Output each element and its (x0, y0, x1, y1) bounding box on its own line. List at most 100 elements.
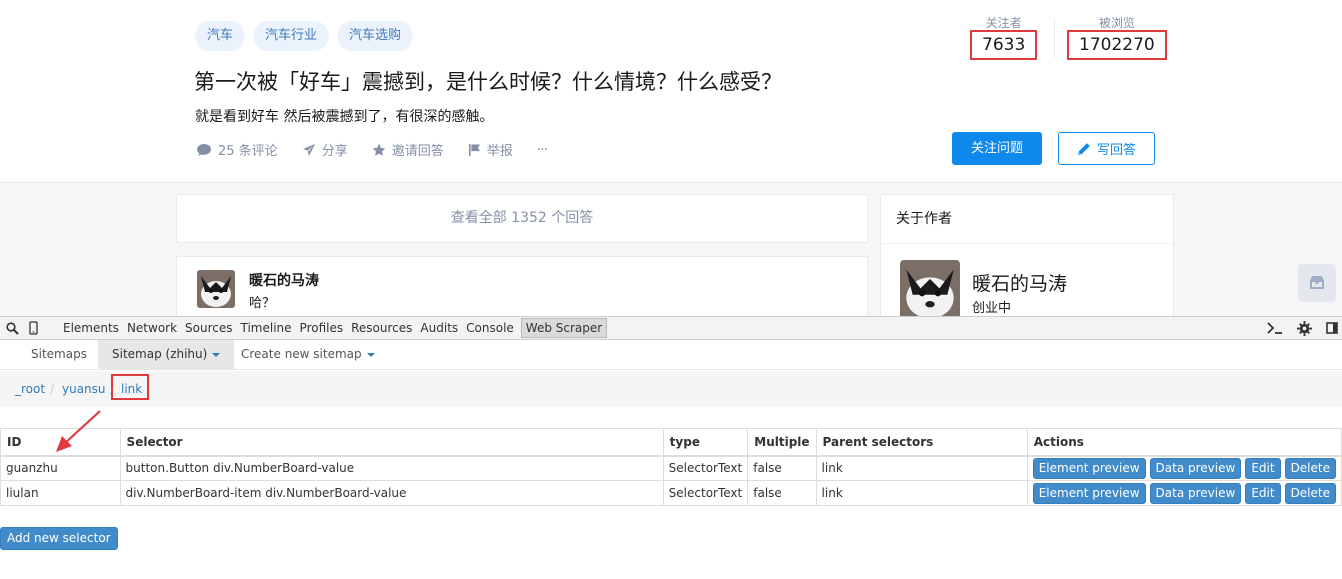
selector-type: SelectorText (662, 455, 749, 481)
delete-button[interactable]: Delete (1284, 457, 1336, 479)
sitemaps-link[interactable]: Sitemaps (17, 340, 101, 370)
comments-button[interactable]: 25 条评论 (196, 140, 278, 159)
topic-tag[interactable]: 汽车 (195, 21, 246, 51)
actions-cell: Element preview Data preview Edit Delete (1026, 455, 1342, 481)
tab-resources[interactable]: Resources (347, 317, 416, 339)
author-bio: 创业中 (972, 301, 1012, 316)
selector-css: button.Button div.NumberBoard-value (119, 455, 664, 481)
selector-multiple: false (747, 455, 817, 481)
invite-button[interactable]: 邀请回答 (372, 140, 444, 159)
answer-card: 暖石的马涛 哈？ (176, 256, 868, 316)
about-author-heading: 关于作者 (881, 195, 1173, 244)
column-header: Selector (119, 428, 664, 457)
report-button[interactable]: 举报 (468, 140, 513, 159)
selectors-table: ID Selector type Multiple Parent selecto… (0, 428, 1342, 506)
selector-type: SelectorText (662, 480, 749, 506)
comment-icon (197, 143, 211, 156)
data-preview-button[interactable]: Data preview (1149, 457, 1242, 479)
devtools-toolbar: Elements Network Sources Timeline Profil… (0, 316, 1342, 340)
tab-audits[interactable]: Audits (416, 317, 462, 339)
web-scraper-nav: Sitemaps Sitemap (zhihu) Create new site… (0, 340, 1342, 370)
question-detail: 就是看到好车 然后被震撼到了，有很深的感触。 (195, 109, 494, 125)
tab-web-scraper[interactable]: Web Scraper (520, 318, 608, 338)
share-button[interactable]: 分享 (302, 140, 348, 159)
zhihu-page: 汽车 汽车行业 汽车选购 第一次被「好车」震撼到，是什么时候？什么情境？什么感受… (0, 0, 1342, 316)
highlight-box (111, 374, 149, 400)
views-label: 被浏览 (1098, 16, 1135, 30)
delete-button[interactable]: Delete (1284, 482, 1336, 504)
author-name[interactable]: 暖石的马涛 (972, 269, 1067, 296)
breadcrumb-yuansu[interactable]: yuansu (62, 382, 106, 396)
answer-author-bio: 哈？ (249, 296, 276, 311)
views-board: 被浏览 1702270 (1067, 14, 1167, 60)
side-float-button[interactable] (1298, 264, 1336, 302)
comments-label: 25 条评论 (218, 144, 278, 159)
create-sitemap-dropdown[interactable]: Create new sitemap (227, 340, 389, 370)
edit-button[interactable]: Edit (1245, 457, 1281, 479)
current-sitemap-label: Sitemap (zhihu) (112, 347, 208, 361)
more-button[interactable]: ··· (536, 141, 548, 158)
avatar[interactable] (197, 270, 235, 308)
topic-tags: 汽车 汽车行业 汽车选购 (195, 21, 414, 51)
avatar[interactable] (900, 260, 960, 316)
dog-avatar-image (900, 260, 960, 316)
selector-id: liulan (0, 480, 121, 506)
tab-profiles[interactable]: Profiles (296, 317, 348, 339)
followers-board[interactable]: 关注者 7633 (970, 14, 1038, 60)
topic-tag[interactable]: 汽车选购 (337, 21, 414, 51)
breadcrumb: _root / yuansu / link (0, 371, 1342, 407)
topic-tag[interactable]: 汽车行业 (253, 21, 330, 51)
tab-console[interactable]: Console (462, 317, 518, 339)
answer-author-name[interactable]: 暖石的马涛 (249, 270, 319, 290)
column-header: Multiple (747, 428, 817, 457)
add-new-selector-button[interactable]: Add new selector (0, 527, 118, 550)
create-sitemap-label: Create new sitemap (241, 347, 362, 361)
gear-icon[interactable] (1297, 320, 1312, 336)
question-header: 汽车 汽车行业 汽车选购 第一次被「好车」震撼到，是什么时候？什么情境？什么感受… (0, 0, 1342, 183)
share-icon (302, 143, 315, 156)
element-preview-button[interactable]: Element preview (1032, 482, 1146, 504)
flag-icon (468, 143, 480, 156)
console-drawer-icon[interactable] (1267, 322, 1283, 334)
selector-multiple: false (747, 480, 817, 506)
tab-sources[interactable]: Sources (181, 317, 236, 339)
edit-button[interactable]: Edit (1245, 482, 1281, 504)
star-icon (372, 143, 386, 156)
breadcrumb-separator: / (50, 382, 55, 396)
caret-down-icon (366, 352, 375, 357)
annotation-arrow-icon (56, 410, 101, 452)
column-header: Actions (1026, 428, 1342, 457)
devtools-panel: Elements Network Sources Timeline Profil… (0, 316, 1342, 579)
selector-id: guanzhu (0, 455, 121, 481)
current-sitemap-dropdown[interactable]: Sitemap (zhihu) (98, 340, 235, 370)
element-preview-button[interactable]: Element preview (1032, 457, 1146, 479)
inspect-search-icon[interactable] (6, 321, 19, 335)
tab-network[interactable]: Network (123, 317, 181, 339)
view-all-answers-link[interactable]: 查看全部 1352 个回答 (176, 194, 868, 243)
tab-timeline[interactable]: Timeline (237, 317, 296, 339)
more-icon: ··· (536, 141, 548, 158)
dog-avatar-image (197, 270, 235, 308)
inbox-icon (1310, 276, 1324, 289)
tab-elements[interactable]: Elements (59, 317, 123, 339)
dock-side-icon[interactable] (1326, 322, 1338, 334)
question-title: 第一次被「好车」震撼到，是什么时候？什么情境？什么感受？ (194, 70, 782, 94)
invite-label: 邀请回答 (391, 144, 444, 159)
pencil-icon (1077, 142, 1090, 155)
breadcrumb-root[interactable]: _root (15, 382, 45, 396)
devtools-tabs: Elements Network Sources Timeline Profil… (59, 317, 608, 339)
write-answer-button[interactable]: 写回答 (1058, 132, 1155, 165)
views-value: 1702270 (1067, 30, 1167, 60)
column-header: type (662, 428, 749, 457)
about-author-card: 关于作者 暖石的马涛 创业中 (880, 194, 1174, 316)
data-preview-button[interactable]: Data preview (1149, 482, 1242, 504)
table-row[interactable]: liulan div.NumberBoard-item div.NumberBo… (0, 480, 1342, 506)
device-mode-icon[interactable] (29, 321, 38, 335)
selector-parent: link (815, 455, 1028, 481)
share-label: 分享 (321, 144, 348, 159)
question-actions: 25 条评论 分享 邀请回答 举报 ··· (196, 140, 548, 159)
column-header: Parent selectors (815, 428, 1028, 457)
actions-cell: Element preview Data preview Edit Delete (1026, 480, 1342, 506)
table-row[interactable]: guanzhu button.Button div.NumberBoard-va… (0, 455, 1342, 481)
follow-question-button[interactable]: 关注问题 (952, 132, 1042, 165)
